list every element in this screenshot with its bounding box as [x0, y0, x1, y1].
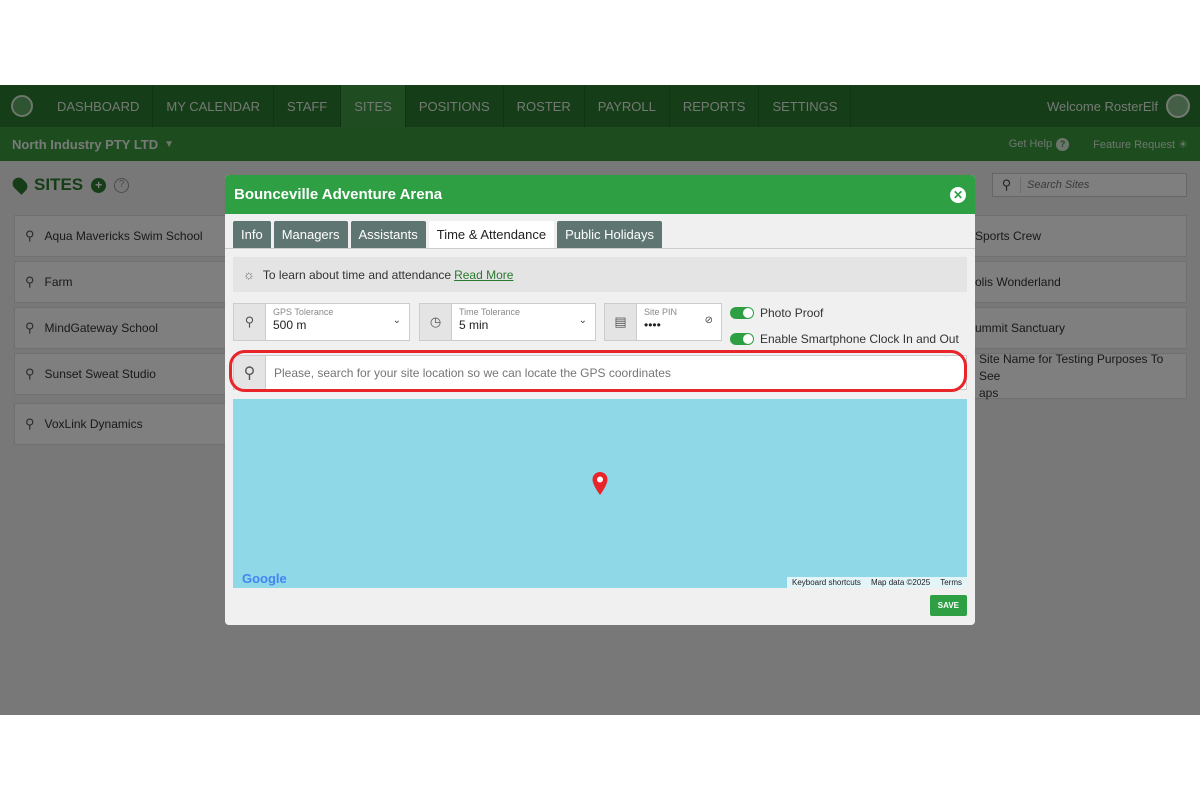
location-search-input[interactable] [266, 365, 956, 380]
google-logo: Google [242, 571, 287, 586]
save-button[interactable]: SAVE [929, 595, 967, 616]
chevron-down-icon: ⌄ [578, 315, 587, 326]
info-banner: ☼ To learn about time and attendance Rea… [233, 257, 967, 292]
location-search: ⚲ [233, 355, 967, 390]
tab-info[interactable]: Info [233, 221, 271, 248]
gps-tolerance-value: 500 m [273, 318, 307, 332]
modal-header: Bounceville Adventure Arena ✕ [225, 175, 975, 214]
photo-proof-label: Photo Proof [760, 306, 824, 320]
smartphone-clock-toggle[interactable]: Enable Smartphone Clock In and Out [730, 329, 959, 349]
gps-tolerance-select[interactable]: ⚲ GPS Tolerance 500 m ⌄ [233, 303, 410, 341]
location-pin-icon: ⚲ [234, 356, 266, 389]
time-tolerance-value: 5 min [459, 318, 489, 332]
toggle-group: Photo Proof Enable Smartphone Clock In a… [730, 303, 959, 355]
location-pin-icon: ⚲ [234, 304, 266, 340]
map-marker-icon[interactable] [591, 471, 609, 497]
site-pin-field[interactable]: ▤ Site PIN •••• ⊘ [604, 303, 722, 341]
tab-managers[interactable]: Managers [273, 221, 348, 248]
keyboard-icon: ▤ [605, 304, 637, 340]
tab-time-attendance[interactable]: Time & Attendance [428, 221, 555, 248]
time-tolerance-label: Time Tolerance [459, 307, 521, 317]
eye-off-icon[interactable]: ⊘ [705, 315, 713, 326]
gps-tolerance-label: GPS Tolerance [273, 307, 334, 317]
tab-assistants[interactable]: Assistants [350, 221, 426, 248]
modal-title: Bounceville Adventure Arena [234, 186, 443, 203]
time-tolerance-select[interactable]: ◷ Time Tolerance 5 min ⌄ [419, 303, 596, 341]
terms-link[interactable]: Terms [935, 577, 967, 588]
clock-icon: ◷ [420, 304, 452, 340]
site-pin-value: •••• [644, 318, 661, 332]
smartphone-clock-label: Enable Smartphone Clock In and Out [760, 332, 959, 346]
map-view[interactable]: Google Keyboard shortcuts Map data ©2025… [233, 399, 967, 588]
tab-public-holidays[interactable]: Public Holidays [557, 221, 662, 248]
map-attribution: Keyboard shortcuts Map data ©2025 Terms [787, 577, 967, 588]
map-data-text: Map data ©2025 [870, 578, 931, 587]
site-pin-label: Site PIN [644, 307, 678, 317]
toggle-switch[interactable] [730, 333, 754, 345]
info-text: To learn about time and attendance [262, 267, 452, 282]
close-button[interactable]: ✕ [950, 186, 966, 203]
attendance-settings: ⚲ GPS Tolerance 500 m ⌄ ◷ Time Tolerance… [233, 303, 967, 346]
chevron-down-icon: ⌄ [392, 315, 401, 326]
keyboard-shortcuts-link[interactable]: Keyboard shortcuts [787, 577, 866, 588]
photo-proof-toggle[interactable]: Photo Proof [730, 303, 959, 323]
lightbulb-icon: ☼ [243, 267, 255, 282]
site-settings-modal: Bounceville Adventure Arena ✕ Info Manag… [225, 175, 975, 625]
toggle-switch[interactable] [730, 307, 754, 319]
modal-tabs: Info Managers Assistants Time & Attendan… [225, 214, 975, 249]
read-more-link[interactable]: Read More [454, 268, 513, 282]
